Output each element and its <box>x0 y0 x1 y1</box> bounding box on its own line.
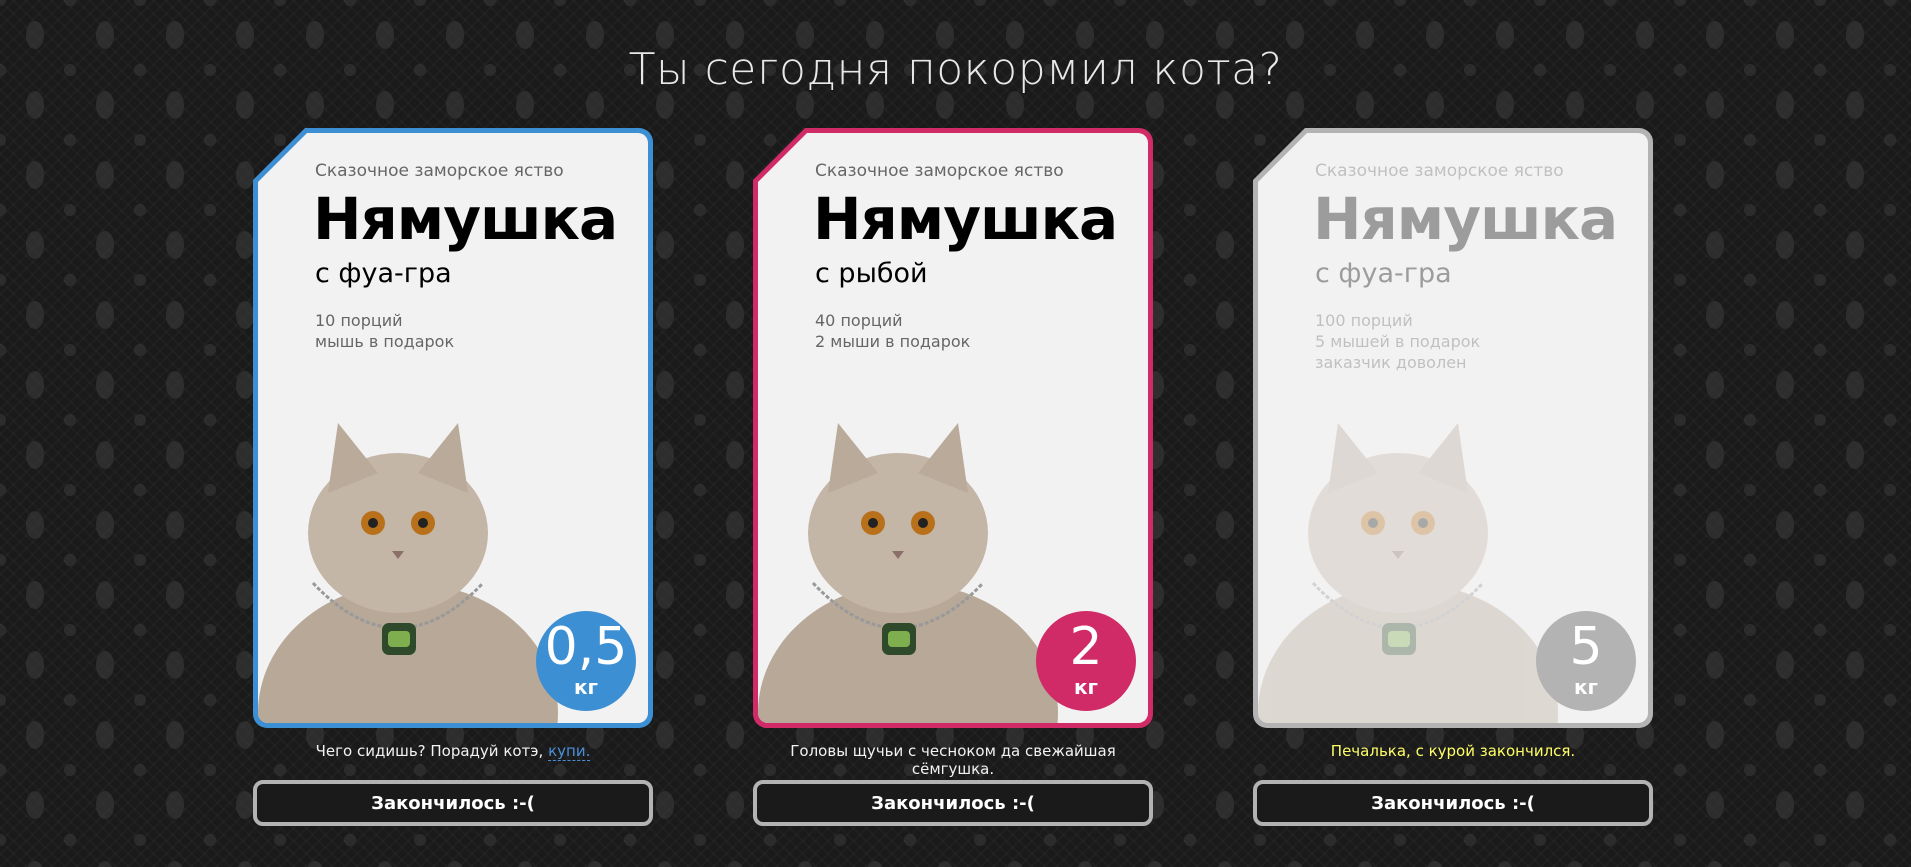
product-card-foie-gras-5kg[interactable]: Сказочное заморское яство Нямушка с фуа-… <box>1253 128 1653 826</box>
weight-value: 5 <box>1569 617 1603 677</box>
caption-text: Чего сидишь? Порадуй котэ, <box>315 742 549 760</box>
product-note: заказчик доволен <box>1315 353 1467 372</box>
product-details: 100 порций 5 мышей в подарок заказчик до… <box>1315 310 1480 373</box>
weight-badge: 0,5 кг <box>536 611 636 711</box>
product-caption: Головы щучьи с чесноком да свежайшая сём… <box>753 742 1153 778</box>
product-portions: 10 порций <box>315 311 403 330</box>
product-flavor: с рыбой <box>815 258 928 289</box>
product-card-foie-gras-0-5kg[interactable]: Сказочное заморское яство Нямушка с фуа-… <box>253 128 653 826</box>
product-brand: Нямушка <box>813 185 1118 253</box>
out-of-stock-button[interactable]: Закончилось :-( <box>253 780 653 826</box>
product-bonus: 2 мыши в подарок <box>815 332 971 351</box>
weight-badge: 2 кг <box>1036 611 1136 711</box>
product-details: 40 порций 2 мыши в подарок <box>815 310 970 352</box>
product-brand: Нямушка <box>1313 185 1618 253</box>
product-package[interactable]: Сказочное заморское яство Нямушка с рыбо… <box>753 128 1153 728</box>
weight-unit: кг <box>1073 675 1099 699</box>
product-package[interactable]: Сказочное заморское яство Нямушка с фуа-… <box>1253 128 1653 728</box>
product-flavor: с фуа-гра <box>1315 258 1452 289</box>
page-title: Ты сегодня покормил кота? <box>628 44 1283 95</box>
product-bonus: 5 мышей в подарок <box>1315 332 1481 351</box>
buy-link[interactable]: купи. <box>548 742 591 761</box>
product-brand: Нямушка <box>313 185 618 253</box>
product-portions: 100 порций <box>1315 311 1413 330</box>
cat-image <box>258 423 558 723</box>
caption-text: Печалька, с курой закончился. <box>1330 742 1576 760</box>
product-tagline: Сказочное заморское яство <box>315 161 564 181</box>
product-details: 10 порций мышь в подарок <box>315 310 454 352</box>
cat-image <box>758 423 1058 723</box>
caption-text: Головы щучьи с чесноком да свежайшая сём… <box>790 742 1116 778</box>
product-portions: 40 порций <box>815 311 903 330</box>
weight-value: 2 <box>1069 617 1103 677</box>
product-caption: Печалька, с курой закончился. <box>1253 742 1653 762</box>
product-card-fish-2kg[interactable]: Сказочное заморское яство Нямушка с рыбо… <box>753 128 1153 826</box>
product-tagline: Сказочное заморское яство <box>815 161 1064 181</box>
weight-badge: 5 кг <box>1536 611 1636 711</box>
product-bonus: мышь в подарок <box>315 332 455 351</box>
weight-value: 0,5 <box>544 617 628 677</box>
product-tagline: Сказочное заморское яство <box>1315 161 1564 181</box>
product-flavor: с фуа-гра <box>315 258 452 289</box>
product-package[interactable]: Сказочное заморское яство Нямушка с фуа-… <box>253 128 653 728</box>
product-caption: Чего сидишь? Порадуй котэ, купи. <box>253 742 653 762</box>
cat-image <box>1258 423 1558 723</box>
weight-unit: кг <box>1573 675 1599 699</box>
out-of-stock-button[interactable]: Закончилось :-( <box>1253 780 1653 826</box>
weight-unit: кг <box>573 675 599 699</box>
out-of-stock-button[interactable]: Закончилось :-( <box>753 780 1153 826</box>
